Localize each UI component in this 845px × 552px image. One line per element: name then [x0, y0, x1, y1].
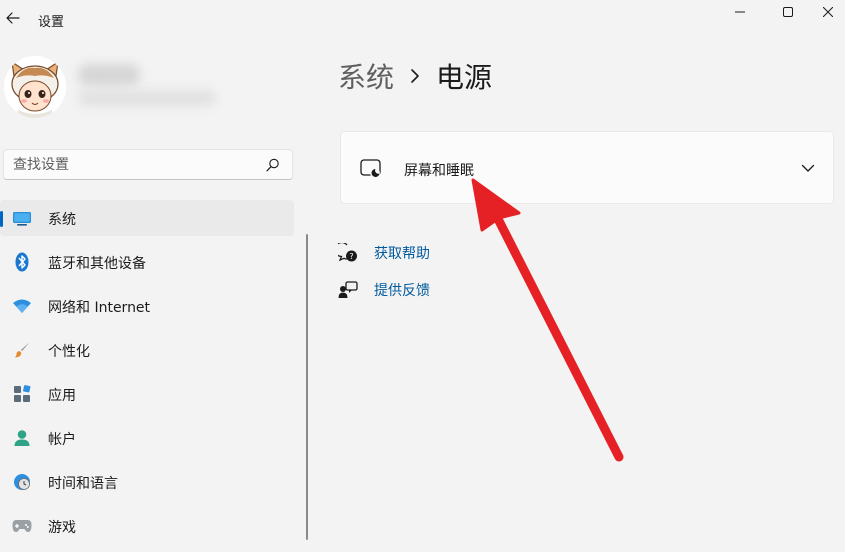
maximize-icon	[783, 7, 793, 17]
sidebar-item-label: 游戏	[48, 520, 76, 536]
sidebar-item-label: 帐户	[48, 432, 76, 448]
feedback-label[interactable]: 提供反馈	[374, 280, 430, 300]
get-help-link[interactable]: ? 获取帮助	[338, 242, 430, 264]
breadcrumb-parent[interactable]: 系统	[338, 56, 394, 96]
minimize-button[interactable]	[715, 0, 765, 24]
search-input[interactable]	[13, 154, 253, 175]
wifi-icon	[12, 297, 32, 315]
screen-sleep-icon	[360, 159, 381, 178]
search-icon[interactable]	[266, 158, 280, 172]
sidebar-item-label: 应用	[48, 388, 76, 404]
sidebar-item-personalization[interactable]: 个性化	[0, 332, 294, 368]
get-help-label[interactable]: 获取帮助	[374, 243, 430, 263]
sidebar-item-label: 个性化	[48, 344, 90, 360]
globe-clock-icon	[12, 473, 32, 491]
selection-indicator	[0, 211, 3, 227]
sidebar-item-label: 系统	[48, 212, 76, 228]
sidebar-item-accounts[interactable]: 帐户	[0, 420, 294, 456]
bluetooth-icon	[12, 252, 32, 272]
avatar-cat-icon	[4, 56, 66, 118]
close-button[interactable]	[811, 0, 845, 24]
window-controls	[715, 0, 845, 24]
page-title: 电源	[436, 61, 493, 94]
maximize-button[interactable]	[765, 0, 811, 24]
close-icon	[823, 7, 833, 17]
sidebar-item-network[interactable]: 网络和 Internet	[0, 288, 294, 324]
svg-text:?: ?	[349, 252, 353, 261]
breadcrumb: 系统 电源	[338, 56, 492, 96]
title-bar: 设置	[0, 0, 845, 38]
apps-icon	[12, 385, 32, 403]
minimize-icon	[735, 11, 745, 13]
sidebar-item-label: 时间和语言	[48, 476, 118, 492]
sidebar-item-gaming[interactable]: 游戏	[0, 508, 294, 544]
sidebar-item-system[interactable]: 系统	[0, 200, 294, 236]
chevron-right-icon	[410, 68, 420, 84]
sidebar-item-label: 蓝牙和其他设备	[48, 256, 146, 272]
sidebar-item-label: 网络和 Internet	[48, 300, 151, 316]
gamepad-icon	[12, 517, 32, 535]
search-box[interactable]	[3, 149, 293, 180]
brush-icon	[12, 341, 32, 359]
back-arrow-icon	[6, 12, 20, 24]
user-info-blurred	[78, 62, 228, 108]
avatar[interactable]	[4, 56, 66, 118]
display-icon	[12, 209, 32, 227]
app-title: 设置	[38, 15, 65, 30]
screen-sleep-label: 屏幕和睡眠	[404, 163, 474, 179]
back-button[interactable]	[2, 6, 24, 30]
feedback-link[interactable]: 提供反馈	[338, 279, 430, 301]
person-icon	[12, 429, 32, 447]
screen-sleep-card[interactable]: 屏幕和睡眠	[340, 131, 834, 204]
chevron-down-icon[interactable]	[801, 163, 815, 173]
sidebar-nav: 系统 蓝牙和其他设备 网络和 Internet 个性化 应用 帐户 时间和语言 …	[0, 200, 300, 552]
sidebar-scrollbar[interactable]	[306, 234, 308, 540]
feedback-icon	[338, 280, 358, 300]
help-chat-icon: ?	[338, 243, 358, 263]
sidebar-item-apps[interactable]: 应用	[0, 376, 294, 412]
sidebar-item-time-language[interactable]: 时间和语言	[0, 464, 294, 500]
sidebar-item-bluetooth[interactable]: 蓝牙和其他设备	[0, 244, 294, 280]
